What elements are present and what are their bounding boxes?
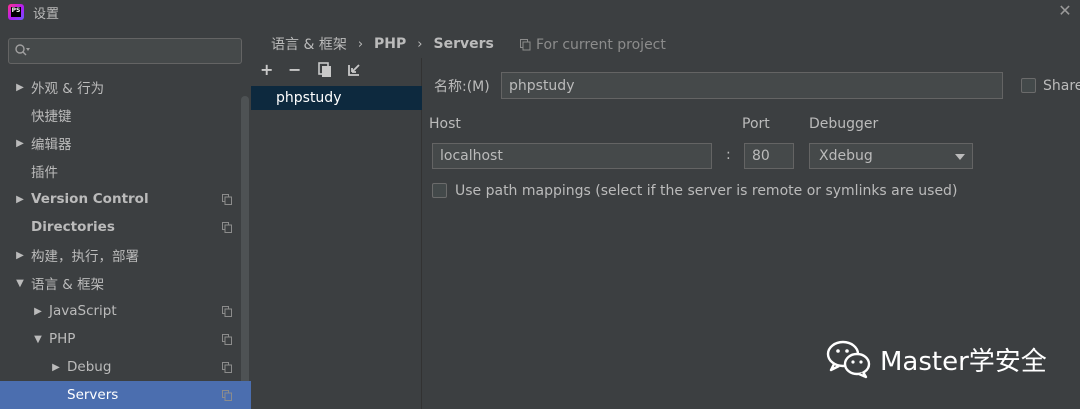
search-input[interactable] bbox=[8, 38, 242, 64]
project-scope-icon bbox=[222, 194, 232, 205]
collapsed-arrow-icon[interactable]: ▶ bbox=[33, 306, 43, 317]
sidebar-item-label: Directories bbox=[31, 219, 115, 235]
wechat-icon bbox=[826, 340, 871, 379]
breadcrumb-php: PHP bbox=[374, 36, 407, 52]
port-label: Port bbox=[742, 116, 770, 132]
scope-indicator: For current project bbox=[520, 35, 666, 55]
project-scope-icon bbox=[222, 222, 232, 233]
watermark: Master学安全 bbox=[826, 339, 1047, 379]
share-label: Share bbox=[1043, 78, 1080, 94]
project-scope-icon bbox=[222, 306, 232, 317]
window-title: 设置 bbox=[33, 6, 60, 22]
name-input[interactable]: phpstudy bbox=[501, 72, 1003, 99]
sidebar-item-label: Debug bbox=[67, 359, 112, 375]
project-scope-icon bbox=[222, 334, 232, 345]
breadcrumb: 语言 & 框架 › PHP › Servers bbox=[271, 34, 494, 54]
chevron-down-icon bbox=[955, 154, 965, 160]
host-label: Host bbox=[429, 116, 461, 132]
sidebar-item-label: 构建，执行，部署 bbox=[31, 249, 139, 265]
sidebar-item[interactable]: Servers bbox=[0, 381, 240, 409]
debugger-value: Xdebug bbox=[819, 148, 873, 164]
close-icon[interactable]: ✕ bbox=[1056, 2, 1074, 20]
sidebar-item-label: JavaScript bbox=[49, 303, 117, 319]
share-checkbox[interactable] bbox=[1021, 78, 1036, 93]
sidebar-item[interactable]: ▶ Debug bbox=[0, 353, 240, 381]
port-input[interactable]: 80 bbox=[744, 143, 794, 169]
sidebar-item[interactable]: 快捷键 bbox=[0, 101, 240, 129]
app-icon-text: PS bbox=[11, 7, 21, 14]
project-scope-icon bbox=[222, 362, 232, 373]
add-button[interactable]: + bbox=[260, 62, 273, 78]
breadcrumb-separator: › bbox=[357, 36, 364, 52]
sidebar-item[interactable]: ▶ 外观 & 行为 bbox=[0, 73, 240, 101]
breadcrumb-separator: › bbox=[417, 36, 423, 52]
path-mappings-label: Use path mappings (select if the server … bbox=[455, 183, 958, 199]
name-label: 名称:(M) bbox=[434, 79, 490, 95]
breadcrumb-servers: Servers bbox=[433, 36, 494, 52]
collapsed-arrow-icon[interactable]: ▶ bbox=[15, 250, 25, 261]
expanded-arrow-icon[interactable]: ▼ bbox=[15, 278, 25, 289]
servers-list-panel bbox=[251, 58, 422, 409]
phpstorm-app-icon: PS bbox=[8, 4, 24, 20]
collapsed-arrow-icon[interactable]: ▶ bbox=[51, 362, 61, 373]
copy-icon[interactable] bbox=[318, 62, 333, 78]
project-scope-icon bbox=[520, 39, 531, 51]
sidebar-item[interactable]: ▼ PHP bbox=[0, 325, 240, 353]
sidebar-item-label: Version Control bbox=[31, 191, 149, 207]
debugger-select[interactable]: Xdebug bbox=[809, 143, 973, 169]
watermark-text: Master学安全 bbox=[880, 346, 1047, 377]
sidebar-item-label: 快捷键 bbox=[31, 109, 72, 125]
project-scope-icon bbox=[222, 390, 232, 401]
scope-label: For current project bbox=[536, 37, 666, 53]
collapsed-arrow-icon[interactable]: ▶ bbox=[15, 194, 25, 205]
host-input[interactable]: localhost bbox=[432, 143, 712, 169]
sidebar-item-label: Servers bbox=[67, 387, 119, 403]
breadcrumb-languages: 语言 & 框架 bbox=[271, 37, 347, 53]
host-port-separator: : bbox=[726, 147, 731, 163]
remove-button[interactable]: − bbox=[288, 62, 301, 78]
path-mappings-checkbox[interactable] bbox=[432, 183, 447, 198]
title-bar: PS 设置 ✕ bbox=[0, 0, 1080, 24]
sidebar-item[interactable]: ▼ 语言 & 框架 bbox=[0, 269, 240, 297]
sidebar-item-label: PHP bbox=[49, 331, 76, 347]
sidebar-item-label: 外观 & 行为 bbox=[31, 81, 105, 97]
sidebar-scrollbar[interactable] bbox=[241, 96, 249, 409]
collapsed-arrow-icon[interactable]: ▶ bbox=[15, 82, 25, 93]
collapsed-arrow-icon[interactable]: ▶ bbox=[15, 138, 25, 149]
debugger-label: Debugger bbox=[809, 116, 879, 132]
search-icon bbox=[15, 44, 30, 56]
sidebar-item[interactable]: ▶ JavaScript bbox=[0, 297, 240, 325]
sidebar-item-label: 编辑器 bbox=[31, 137, 72, 153]
sidebar-item-label: 语言 & 框架 bbox=[31, 277, 105, 293]
expanded-arrow-icon[interactable]: ▼ bbox=[33, 334, 43, 345]
settings-tree: ▶ 外观 & 行为 快捷键 ▶ 编辑器插件 ▶ Version Control Directo… bbox=[0, 73, 240, 409]
sidebar-item[interactable]: ▶ Version Control bbox=[0, 185, 240, 213]
sidebar-item[interactable]: ▶ 构建，执行，部署 bbox=[0, 241, 240, 269]
server-item-phpstudy[interactable]: phpstudy bbox=[251, 86, 422, 110]
sidebar-item[interactable]: ▶ 编辑器 bbox=[0, 129, 240, 157]
sidebar-item[interactable]: 插件 bbox=[0, 157, 240, 185]
sidebar-item[interactable]: Directories bbox=[0, 213, 240, 241]
sidebar-item-label: 插件 bbox=[31, 165, 58, 181]
import-icon[interactable] bbox=[347, 62, 362, 78]
